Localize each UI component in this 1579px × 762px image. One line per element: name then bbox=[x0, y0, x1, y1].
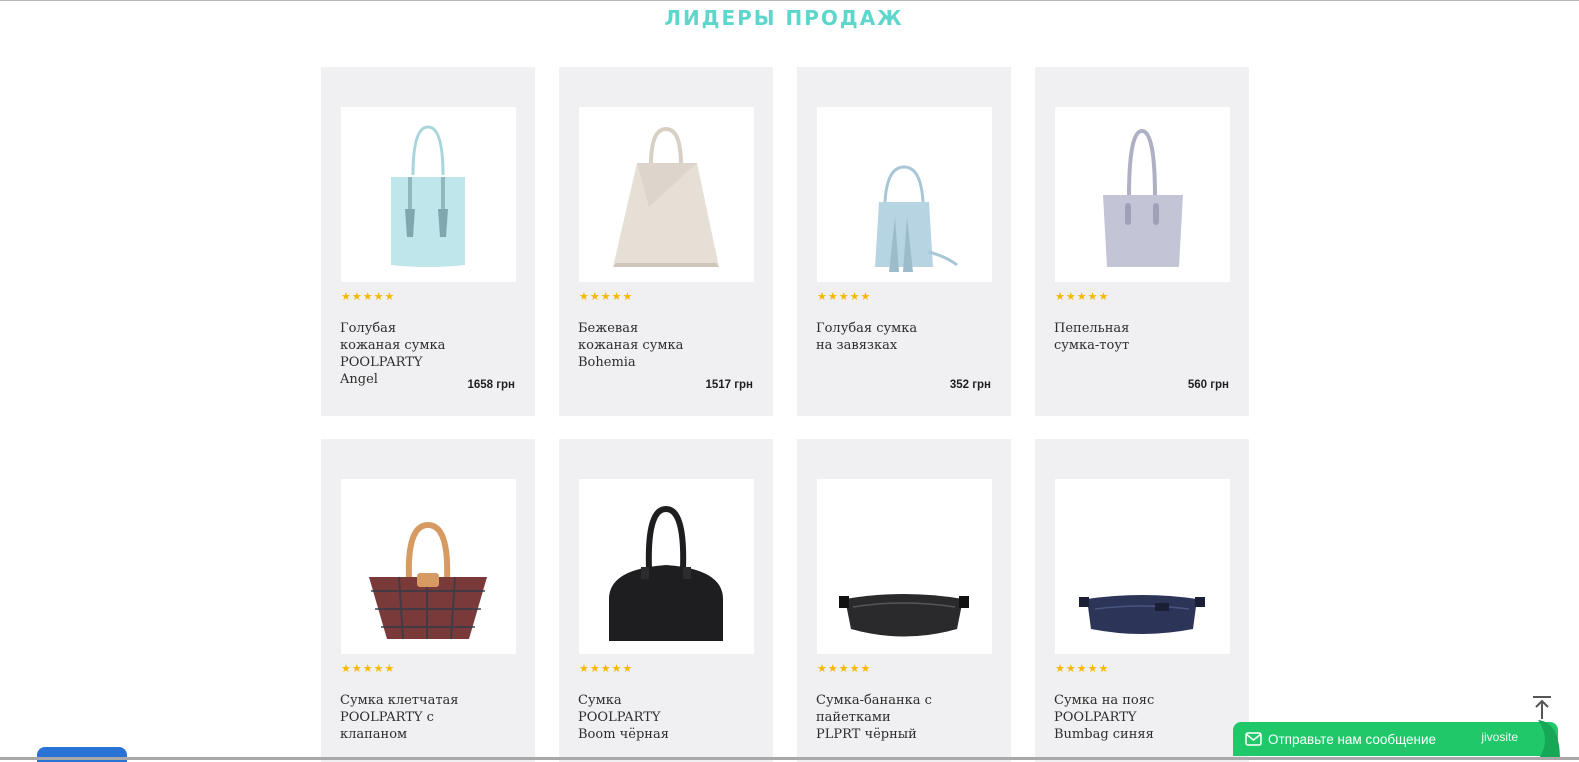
rating-stars: ★★★★★ bbox=[341, 291, 396, 303]
product-image[interactable] bbox=[341, 107, 516, 282]
product-image[interactable] bbox=[817, 479, 992, 654]
product-name[interactable]: Сумка POOLPARTY Boom чёрная bbox=[578, 692, 698, 743]
chat-widget-button[interactable]: Отправьте нам сообщение jivosite bbox=[1233, 720, 1560, 760]
product-name[interactable]: Голубая кожаная сумка POOLPARTY Angel bbox=[340, 320, 460, 388]
section-title: ЛИДЕРЫ ПРОДАЖ bbox=[664, 6, 904, 30]
product-image[interactable] bbox=[579, 107, 754, 282]
chat-corner-badge bbox=[1538, 720, 1560, 760]
chat-label: Отправьте нам сообщение bbox=[1268, 731, 1437, 747]
product-price: 352 грн bbox=[949, 379, 991, 391]
product-card[interactable]: ★★★★★ Сумка-бананка с пайетками PLPRT чё… bbox=[797, 439, 1011, 762]
product-name[interactable]: Сумка-бананка с пайетками PLPRT чёрный bbox=[816, 692, 936, 743]
product-price: 560 грн bbox=[1187, 379, 1229, 391]
mail-icon bbox=[1245, 732, 1262, 746]
rating-stars: ★★★★★ bbox=[579, 663, 634, 675]
product-name[interactable]: Сумка клетчатая POOLPARTY с клапаном bbox=[340, 692, 460, 743]
product-price: 1658 грн bbox=[467, 379, 515, 391]
arrow-up-bar-icon[interactable] bbox=[1531, 695, 1553, 721]
product-card[interactable]: ★★★★★ Голубая сумка на завязках 352 грн bbox=[797, 67, 1011, 416]
product-name[interactable]: Бежевая кожаная сумка Bohemia bbox=[578, 320, 698, 371]
product-image[interactable] bbox=[817, 107, 992, 282]
chat-brand: jivosite bbox=[1481, 730, 1518, 744]
product-card[interactable]: ★★★★★ Голубая кожаная сумка POOLPARTY An… bbox=[321, 67, 535, 416]
rating-stars: ★★★★★ bbox=[341, 663, 396, 675]
product-name[interactable]: Сумка на пояс POOLPARTY Bumbag синяя bbox=[1054, 692, 1174, 743]
rating-stars: ★★★★★ bbox=[579, 291, 634, 303]
product-image[interactable] bbox=[341, 479, 516, 654]
product-image[interactable] bbox=[579, 479, 754, 654]
product-card[interactable]: ★★★★★ Бежевая кожаная сумка Bohemia 1517… bbox=[559, 67, 773, 416]
product-name[interactable]: Голубая сумка на завязках bbox=[816, 320, 936, 354]
product-card[interactable]: ★★★★★ Сумка на пояс POOLPARTY Bumbag син… bbox=[1035, 439, 1249, 762]
product-name[interactable]: Пепельная сумка-тоут bbox=[1054, 320, 1174, 354]
rating-stars: ★★★★★ bbox=[817, 663, 872, 675]
product-card[interactable]: ★★★★★ Сумка клетчатая POOLPARTY с клапан… bbox=[321, 439, 535, 762]
rating-stars: ★★★★★ bbox=[1055, 291, 1110, 303]
product-card[interactable]: ★★★★★ Пепельная сумка-тоут 560 грн bbox=[1035, 67, 1249, 416]
rating-stars: ★★★★★ bbox=[1055, 663, 1110, 675]
product-image[interactable] bbox=[1055, 479, 1230, 654]
product-card[interactable]: ★★★★★ Сумка POOLPARTY Boom чёрная bbox=[559, 439, 773, 762]
product-price: 1517 грн bbox=[705, 379, 753, 391]
window-bottom-edge bbox=[0, 757, 1579, 760]
product-image[interactable] bbox=[1055, 107, 1230, 282]
rating-stars: ★★★★★ bbox=[817, 291, 872, 303]
